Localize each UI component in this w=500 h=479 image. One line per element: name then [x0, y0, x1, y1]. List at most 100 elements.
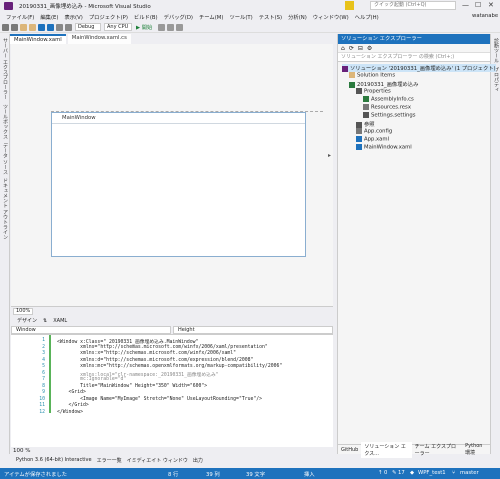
tab-solution-explorer[interactable]: ソリューション エクス... — [361, 441, 412, 458]
close-button[interactable]: ✕ — [488, 1, 494, 9]
status-branch[interactable]: master — [460, 470, 479, 476]
solution-tree-item[interactable]: 20190331_画像埋め込み — [349, 80, 418, 88]
solution-tree-item[interactable]: MainWindow.xaml — [356, 144, 412, 151]
toolbar-misc-icon-2[interactable] — [167, 23, 175, 31]
status-repo[interactable]: WPF_test1 — [418, 470, 446, 476]
xaml-code-editor[interactable]: 1 2 3 4 5 6 7 8 9 10 11 12 <Window x:Class="_201903… — [11, 334, 333, 448]
toolbox-tab[interactable]: ツールボックス — [2, 104, 9, 139]
open-folder-icon[interactable] — [29, 23, 36, 31]
solution-tree-item[interactable]: ソリューション '20190331_画像埋め込み' (1 プロジェクト) — [342, 64, 496, 72]
solution-tree-item[interactable]: Resources.resx — [363, 104, 411, 111]
design-view-tab[interactable]: デザイン — [17, 317, 37, 324]
menu-tools[interactable]: ツール(T) — [229, 13, 252, 21]
vs-logo-icon — [4, 2, 13, 10]
xaml-view-tab[interactable]: XAML — [53, 318, 67, 324]
title-bar: 20190331_画像埋め込み - Microsoft Visual Studi… — [0, 0, 500, 12]
undo-icon[interactable] — [56, 23, 63, 31]
designer-arrow-icon: ▸ — [327, 152, 331, 159]
collapse-all-icon[interactable]: ⊟ — [358, 45, 363, 52]
solution-tree-item[interactable]: 参照 — [356, 120, 375, 128]
resource-icon — [363, 104, 369, 110]
menu-project[interactable]: プロジェクト(P) — [89, 13, 128, 21]
home-icon[interactable]: ⌂ — [341, 45, 345, 52]
tab-github[interactable]: GitHub — [338, 446, 361, 454]
status-pencil-icon[interactable]: ✎ — [392, 470, 396, 476]
right-tool-strip: 診断ツール プロパティ — [490, 34, 500, 454]
code-line: <Grid> — [57, 390, 86, 395]
solution-icon — [342, 65, 348, 72]
data-sources-tab[interactable]: データ ソース — [2, 143, 9, 175]
settings-icon[interactable]: ⚙ — [367, 45, 372, 52]
line-number: 11 — [39, 403, 45, 408]
line-number: 3 — [42, 351, 45, 356]
save-icon[interactable] — [38, 23, 45, 31]
menu-debug[interactable]: デバッグ(D) — [164, 13, 193, 21]
user-account[interactable]: watanabe — [472, 13, 498, 19]
solution-explorer-toolbar: ⌂ ⟳ ⊟ ⚙ — [338, 44, 490, 53]
left-tool-strip: サーバー エクスプローラー ツールボックス データ ソース ドキュメント アウト… — [0, 34, 10, 454]
view-tabs: デザイン ⇅ XAML — [11, 316, 333, 325]
solution-tree-label: Settings.settings — [371, 112, 416, 119]
solution-search-input[interactable]: ソリューション エクスプローラー の検索 (Ctrl+;) — [338, 53, 490, 62]
redo-icon[interactable] — [65, 23, 72, 31]
tab-python-environments[interactable]: Python 環境 — [462, 442, 491, 457]
save-all-icon[interactable] — [47, 23, 54, 31]
designer-window-preview[interactable]: MainWindow — [51, 112, 306, 257]
menu-edit[interactable]: 編集(E) — [40, 13, 58, 21]
refresh-icon[interactable]: ⟳ — [349, 45, 354, 52]
menu-test[interactable]: テスト(S) — [259, 13, 282, 21]
toolbar-misc-icon-3[interactable] — [176, 23, 184, 31]
member-select[interactable]: Height — [173, 325, 333, 334]
solution-tree-label: App.config — [364, 128, 393, 135]
csharp-project-icon — [349, 81, 355, 88]
code-line: Title="MainWindow" Height="350" Width="6… — [57, 383, 208, 389]
code-line: xmlns:d="http://schemas.microsoft.com/ex… — [57, 357, 254, 363]
forward-icon[interactable] — [11, 23, 18, 31]
new-project-icon[interactable] — [20, 23, 27, 31]
menu-window[interactable]: ウィンドウ(W) — [313, 13, 349, 21]
tab-mainwindow-xaml-cs[interactable]: MainWindow.xaml.cs — [67, 34, 131, 44]
solution-tree-item[interactable]: Settings.settings — [363, 112, 416, 119]
editor-zoom-select[interactable]: 100 % — [13, 448, 30, 454]
maximize-button[interactable]: ☐ — [475, 1, 481, 9]
configuration-select[interactable]: Debug — [75, 23, 101, 31]
editor-navigation-bar: Window Height — [11, 325, 333, 334]
tab-immediate-window[interactable]: イミディエイト ウィンドウ — [127, 457, 188, 464]
designer-zoom-select[interactable]: 100% — [13, 308, 33, 315]
menu-help[interactable]: ヘルプ(H) — [355, 13, 379, 21]
menu-file[interactable]: ファイル(F) — [6, 13, 34, 21]
tab-output[interactable]: 出力 — [193, 457, 203, 464]
quick-launch-input[interactable]: クイック起動 (Ctrl+Q) — [370, 1, 456, 10]
solution-explorer-header: ソリューション エクスプローラー — [338, 34, 490, 44]
back-icon[interactable] — [2, 23, 9, 31]
config-icon — [356, 128, 362, 134]
solution-tree-item[interactable]: App.xaml — [356, 136, 389, 143]
element-scope-select[interactable]: Window — [11, 325, 171, 334]
solution-tree-item[interactable]: Properties — [356, 88, 391, 95]
wrench-icon — [356, 88, 362, 94]
solution-tree-item[interactable]: Solution Items — [349, 72, 395, 79]
minimize-button[interactable]: — — [462, 1, 469, 9]
status-up-icon[interactable]: ↑ — [378, 470, 382, 476]
tab-mainwindow-xaml[interactable]: MainWindow.xaml — [10, 34, 66, 44]
solution-tree-item[interactable]: App.config — [356, 128, 392, 135]
tab-error-list[interactable]: エラー一覧 — [97, 457, 122, 464]
toolbar-misc-icon[interactable] — [158, 23, 166, 31]
solution-tree-item[interactable]: AssemblyInfo.cs — [363, 96, 414, 103]
server-explorer-tab[interactable]: サーバー エクスプローラー — [2, 38, 9, 100]
menu-build[interactable]: ビルド(B) — [134, 13, 158, 21]
menu-view[interactable]: 表示(V) — [64, 13, 82, 21]
document-outline-tab[interactable]: ドキュメント アウトライン — [2, 178, 9, 240]
menu-analyze[interactable]: 分析(N) — [288, 13, 307, 21]
tab-team-explorer[interactable]: チーム エクスプローラー — [412, 442, 462, 458]
code-line: <Image Name="MyImage" Stretch="None" Use… — [57, 396, 263, 402]
start-button[interactable]: ▶ 開始 — [136, 23, 152, 31]
notification-filter-icon[interactable] — [345, 1, 354, 10]
tab-python-interactive[interactable]: Python 3.6 (64-bit) Interactive — [16, 457, 92, 463]
platform-select[interactable]: Any CPU — [104, 23, 132, 31]
solution-tree-label: Properties — [364, 88, 391, 95]
diagnostic-tools-tab[interactable]: 診断ツール — [493, 38, 500, 63]
menu-team[interactable]: チーム(M) — [199, 13, 223, 21]
solution-tree-label: AssemblyInfo.cs — [371, 96, 414, 103]
swap-panes-icon[interactable]: ⇅ — [43, 318, 47, 324]
